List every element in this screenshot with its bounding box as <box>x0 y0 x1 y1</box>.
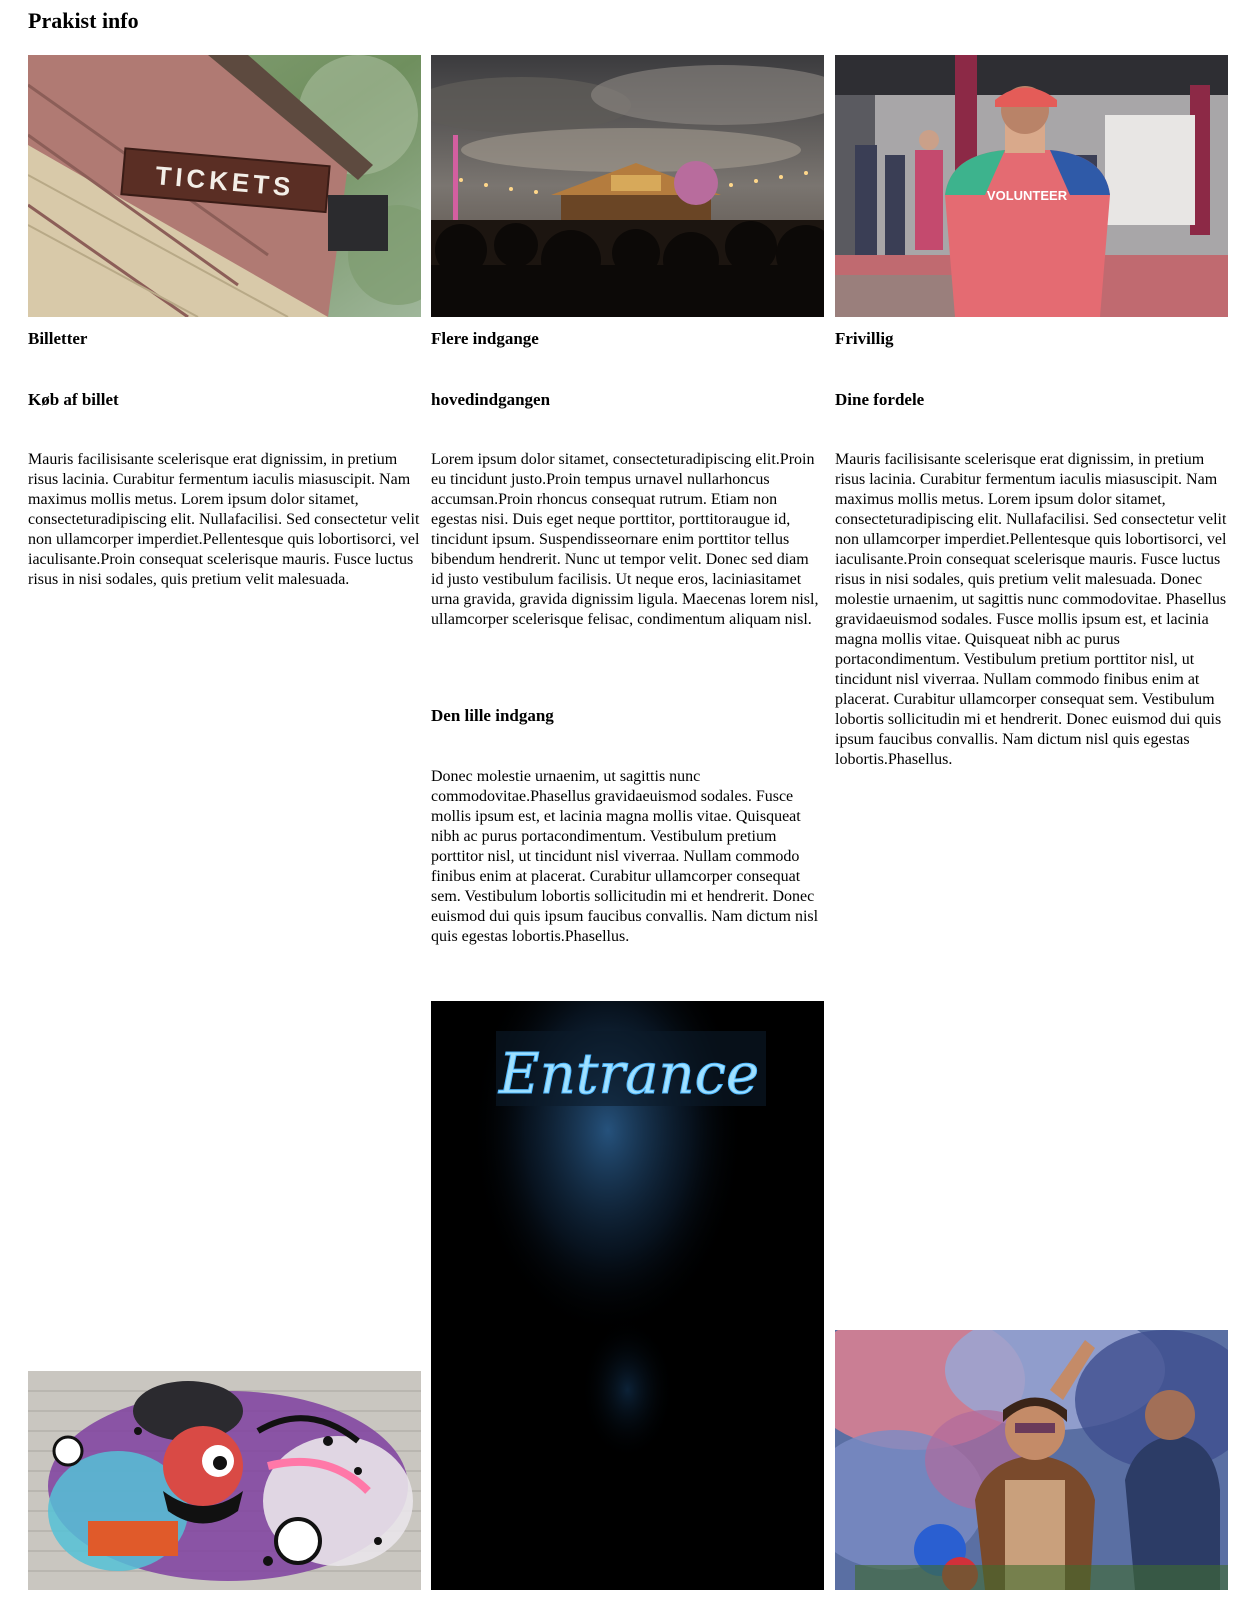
column-flere-indgange: Flere indgange hovedindgangen Lorem ipsu… <box>431 55 824 945</box>
column-frivillig: VOLUNTEER Frivillig Dine fordele Mauris … <box>835 55 1228 768</box>
graffiti-photo <box>28 1371 421 1590</box>
paragraph-frivillig: Mauris facilisisante scelerisque erat di… <box>835 451 1227 768</box>
concert-crowd-photo <box>431 55 824 317</box>
tickets-photo: TICKETS <box>28 55 421 317</box>
entrance-neon-text: Entrance <box>498 1042 759 1107</box>
heading-billetter: Billetter <box>28 329 88 348</box>
paragraph-den-lille-indgang: Donec molestie urnaenim, ut sagittis nun… <box>431 768 819 945</box>
page-title: Prakist info <box>28 8 139 33</box>
column-billetter: TICKETS Billetter Køb af billet Mauris f… <box>28 55 421 588</box>
paragraph-hovedindgangen: Lorem ipsum dolor sitamet, consecteturad… <box>431 451 819 628</box>
subheading-hovedindgangen: hovedindgangen <box>431 390 551 409</box>
volunteer-photo: VOLUNTEER <box>835 55 1228 317</box>
neon-entrance-photo: Entrance <box>431 1001 824 1590</box>
festival-smoke-photo <box>835 1330 1228 1590</box>
subheading-den-lille-indgang: Den lille indgang <box>431 706 554 725</box>
heading-flere-indgange: Flere indgange <box>431 329 539 348</box>
heading-frivillig: Frivillig <box>835 329 894 348</box>
paragraph-billetter: Mauris facilisisante scelerisque erat di… <box>28 451 420 588</box>
subheading-kob-af-billet: Køb af billet <box>28 390 119 409</box>
volunteer-shirt-text: VOLUNTEER <box>987 188 1068 203</box>
subheading-dine-fordele: Dine fordele <box>835 390 925 409</box>
